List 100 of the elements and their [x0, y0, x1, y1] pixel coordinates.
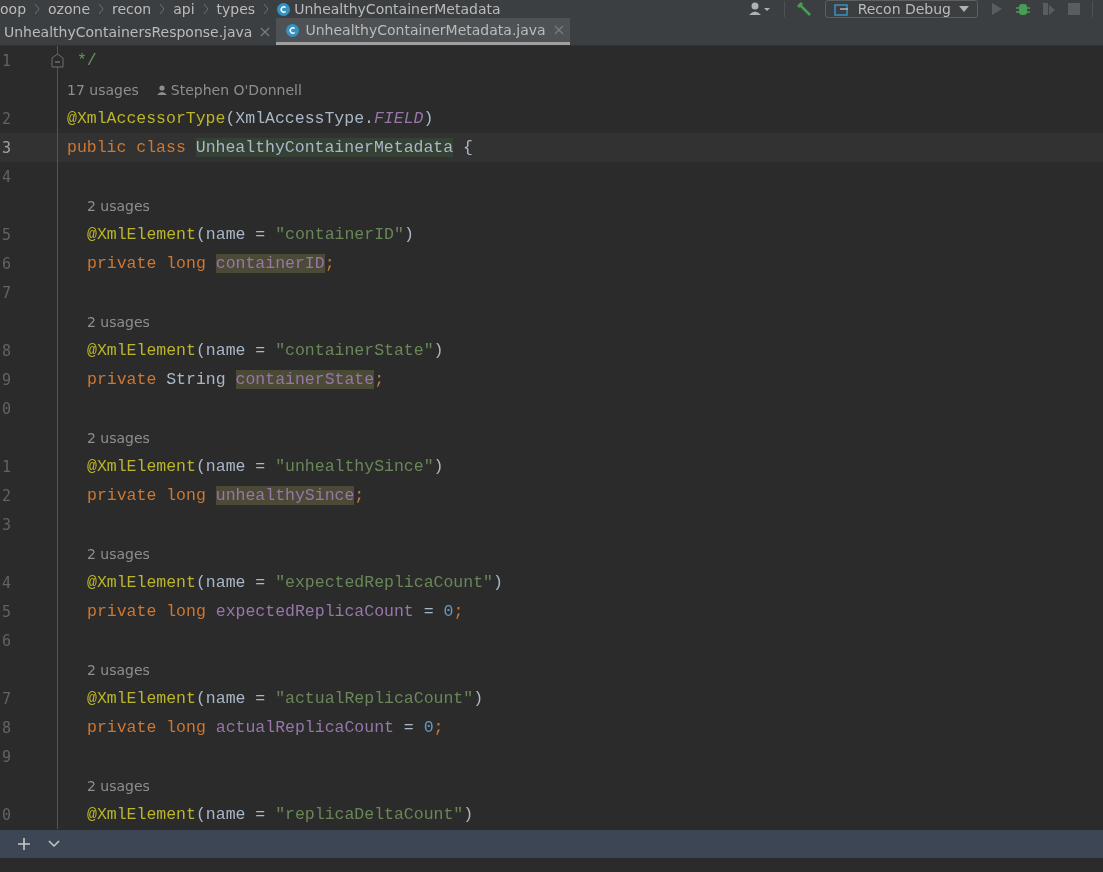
string-literal: "containerID" [275, 225, 404, 244]
code-text: ) [403, 225, 414, 244]
line-number: 4 [2, 167, 12, 186]
bug-icon[interactable] [1016, 2, 1030, 16]
chevron-icon [159, 3, 166, 15]
code-text: ) [423, 109, 434, 128]
chevron-icon [202, 3, 209, 15]
string-literal: "replicaDeltaCount" [275, 805, 464, 824]
code-text: ) [463, 805, 474, 824]
annotation-text: @XmlElement [87, 225, 196, 244]
class-icon [277, 2, 291, 16]
line-number: 3 [2, 515, 12, 534]
code-text: = [422, 602, 435, 621]
close-icon[interactable] [260, 26, 271, 37]
line-number: 6 [2, 254, 12, 273]
chevron-icon [98, 3, 104, 15]
config-icon [833, 2, 850, 16]
keyword-text: private [87, 370, 158, 389]
author-hint[interactable]: Stephen O'Donnell [170, 81, 302, 98]
plus-icon[interactable] [18, 838, 30, 850]
breadcrumb-item[interactable]: UnhealthyContainerMetadata [294, 1, 501, 17]
code-text: ) [473, 689, 484, 708]
editor-tab[interactable]: UnhealthyContainerMetadata.java [276, 18, 570, 45]
close-icon[interactable] [553, 25, 564, 35]
line-number: 1 [2, 51, 12, 70]
keyword-text: private long [87, 602, 207, 621]
keyword-text: private long [87, 486, 207, 505]
code-text: (name = [195, 805, 267, 824]
annotation-text: @XmlAccessorType [67, 109, 226, 128]
usages-hint[interactable]: 2 usages [87, 661, 150, 678]
usages-hint[interactable]: 2 usages [87, 429, 150, 446]
usages-hint[interactable]: 17 usages [67, 81, 139, 98]
line-number: 5 [2, 602, 12, 621]
code-text: (XmlAccessType. [225, 109, 374, 128]
hammer-icon[interactable] [796, 2, 813, 16]
code-text: (name = [195, 457, 267, 476]
line-number: 6 [2, 631, 12, 650]
string-literal: "containerState" [275, 341, 434, 360]
breadcrumb-item[interactable]: recon [112, 1, 152, 17]
code-text: String [166, 370, 227, 389]
code-text: ) [433, 341, 444, 360]
keyword-text: private long [87, 254, 207, 273]
code-text: ) [433, 457, 444, 476]
string-literal: "actualReplicaCount" [275, 689, 474, 708]
code-text: { [462, 138, 473, 157]
breadcrumb-item[interactable]: ozone [48, 1, 90, 17]
run-icon[interactable] [990, 2, 1004, 16]
run-configuration-dropdown[interactable]: Recon Debug [824, 0, 978, 18]
field-name: expectedReplicaCount [215, 602, 414, 621]
line-number: 9 [2, 747, 12, 766]
breadcrumb-item[interactable]: oop [0, 1, 27, 17]
line-number: 8 [2, 341, 12, 360]
usages-hint[interactable]: 2 usages [87, 777, 150, 794]
keyword-text: private long [87, 718, 207, 737]
code-text: ) [493, 573, 503, 592]
keyword-text: ; [433, 718, 444, 737]
line-number: 8 [2, 718, 12, 737]
chevron-icon [263, 3, 270, 15]
class-name: UnhealthyContainerMetadata [195, 138, 454, 157]
keyword-text: ; [453, 602, 464, 621]
highlighted-field: containerState [235, 370, 375, 389]
line-number: 9 [2, 370, 12, 389]
line-number: 5 [2, 225, 12, 244]
tab-label: UnhealthyContainersResponse.java [4, 23, 253, 40]
caret-icon [959, 6, 969, 12]
breadcrumb-item[interactable]: api [173, 1, 195, 17]
line-number: 2 [2, 486, 12, 505]
annotation-text: @XmlElement [87, 573, 196, 592]
tab-label: UnhealthyContainerMetadata.java [305, 22, 546, 38]
chevron-down-icon[interactable] [48, 840, 60, 848]
usages-hint[interactable]: 2 usages [87, 313, 150, 330]
attach-icon[interactable] [1042, 2, 1056, 16]
user-icon[interactable] [747, 2, 772, 16]
keyword-text: ; [374, 370, 385, 389]
breadcrumb-item[interactable]: types [216, 1, 256, 17]
annotation-text: @XmlElement [87, 689, 196, 708]
chevron-icon [34, 3, 41, 15]
line-number: 2 [2, 109, 12, 128]
field-name: actualReplicaCount [215, 718, 394, 737]
usages-hint[interactable]: 2 usages [87, 197, 150, 214]
line-number: 7 [2, 689, 12, 708]
line-number: 7 [2, 283, 12, 302]
number-literal: 0 [423, 718, 434, 737]
code-text: (name = [195, 573, 267, 592]
code-text: (name = [195, 225, 267, 244]
editor-tab[interactable]: UnhealthyContainersResponse.java [0, 18, 277, 45]
code-text: = [402, 718, 415, 737]
highlighted-field: unhealthySince [215, 486, 355, 505]
keyword-text: public class [67, 138, 187, 157]
line-number: 0 [2, 805, 12, 824]
highlighted-field: containerID [215, 254, 325, 273]
usages-hint[interactable]: 2 usages [87, 545, 150, 562]
string-literal: "unhealthySince" [275, 457, 434, 476]
annotation-text: @XmlElement [87, 805, 196, 824]
line-number: 3 [2, 138, 12, 157]
line-number: 1 [2, 457, 12, 476]
fold-icon[interactable] [51, 53, 64, 68]
constant-text: FIELD [373, 109, 424, 128]
person-icon [156, 84, 167, 95]
line-number: 4 [2, 573, 12, 592]
